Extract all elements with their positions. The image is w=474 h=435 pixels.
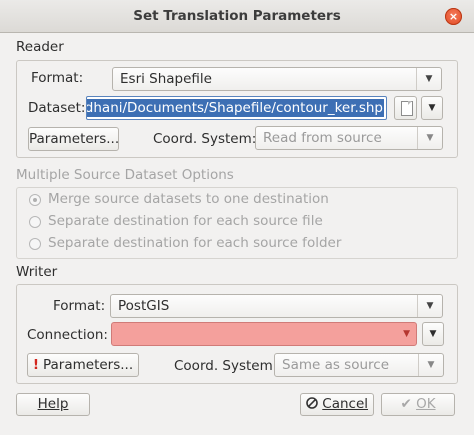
- chevron-down-icon: ▼: [429, 329, 437, 339]
- cancel-button-label: Cancel: [322, 396, 369, 412]
- reader-format-label: Format:: [31, 70, 84, 86]
- reader-coord-value: Read from source: [263, 130, 382, 146]
- chevron-down-icon: ▼: [416, 68, 441, 90]
- reader-coord-select[interactable]: Read from source ▼: [255, 126, 443, 150]
- close-icon[interactable]: ×: [445, 8, 462, 25]
- file-browse-icon[interactable]: [394, 96, 417, 120]
- checkmark-icon: ✔: [400, 396, 412, 412]
- chevron-down-icon: ▼: [418, 354, 443, 376]
- reader-format-value: Esri Shapefile: [120, 71, 212, 87]
- chevron-down-icon: ▼: [428, 103, 436, 113]
- radio-separate-folder-label: Separate destination for each source fol…: [48, 235, 342, 251]
- file-fold-shape: [408, 101, 412, 105]
- writer-format-value: PostGIS: [118, 298, 170, 314]
- multi-source-heading: Multiple Source Dataset Options: [16, 167, 234, 183]
- reader-parameters-button[interactable]: Parameters...: [28, 127, 119, 151]
- writer-parameters-label: Parameters...: [43, 357, 134, 373]
- radio-separate-folder[interactable]: [29, 238, 41, 250]
- reader-group: Format: Esri Shapefile ▼ Dataset: e/dhan…: [16, 60, 458, 158]
- reader-heading: Reader: [16, 39, 64, 55]
- writer-connection-select[interactable]: ▼: [111, 322, 417, 346]
- reader-format-select[interactable]: Esri Shapefile ▼: [112, 67, 442, 91]
- ok-button-label: OK: [416, 396, 436, 412]
- cancel-button[interactable]: Cancel: [300, 393, 374, 416]
- reader-dataset-value: e/dhani/Documents/Shapefile/contour_ker.…: [87, 99, 384, 117]
- writer-coord-value: Same as source: [282, 357, 390, 373]
- writer-format-label: Format:: [53, 298, 106, 314]
- radio-merge-label: Merge source datasets to one destination: [48, 191, 329, 207]
- no-entry-icon: [306, 397, 318, 409]
- ok-button[interactable]: ✔ OK: [381, 393, 455, 416]
- writer-connection-label: Connection:: [27, 327, 108, 343]
- multi-source-group: Merge source datasets to one destination…: [16, 187, 458, 259]
- writer-parameters-button[interactable]: ! Parameters...: [27, 353, 139, 377]
- warning-icon: !: [32, 357, 39, 373]
- chevron-down-icon: ▼: [417, 127, 442, 149]
- writer-group: Format: PostGIS ▼ Connection: ▼ ▼ ! Param…: [16, 284, 458, 384]
- help-button-label: Help: [37, 396, 69, 412]
- reader-dataset-label: Dataset:: [28, 100, 86, 116]
- chevron-down-icon: ▼: [417, 295, 442, 317]
- window-title: Set Translation Parameters: [133, 8, 341, 24]
- writer-coord-select[interactable]: Same as source ▼: [274, 353, 444, 377]
- writer-coord-label: Coord. System:: [174, 358, 278, 374]
- writer-heading: Writer: [16, 264, 58, 280]
- connection-dropdown-button[interactable]: ▼: [422, 322, 444, 346]
- reader-dataset-input[interactable]: e/dhani/Documents/Shapefile/contour_ker.…: [86, 96, 387, 120]
- help-button[interactable]: Help: [16, 393, 90, 416]
- dataset-dropdown-button[interactable]: ▼: [421, 96, 443, 120]
- radio-separate-file[interactable]: [29, 216, 41, 228]
- radio-separate-file-label: Separate destination for each source fil…: [48, 213, 323, 229]
- reader-coord-label: Coord. System:: [153, 131, 257, 147]
- title-bar: Set Translation Parameters ×: [0, 0, 474, 33]
- radio-merge[interactable]: [29, 194, 41, 206]
- writer-format-select[interactable]: PostGIS ▼: [110, 294, 443, 318]
- chevron-down-icon: ▼: [403, 329, 410, 339]
